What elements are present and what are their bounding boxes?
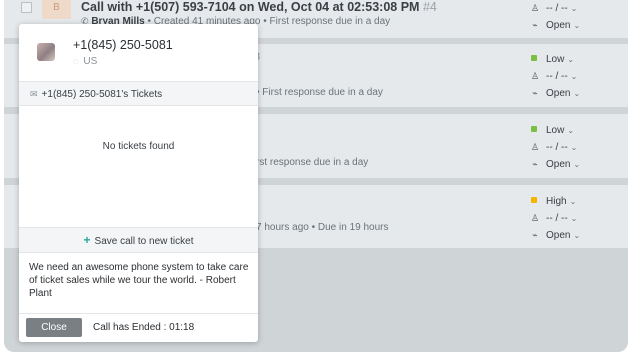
priority-dot [531, 197, 537, 203]
empty-tickets-message: No tickets found [102, 141, 175, 152]
priority-value: Low [546, 125, 565, 136]
chevron-down-icon: ⌄ [570, 72, 578, 81]
chevron-down-icon: ⌄ [567, 126, 575, 135]
priority-field[interactable]: Low ⌄ [531, 54, 574, 65]
status-value: Open [546, 230, 571, 241]
chevron-down-icon: ⌄ [573, 231, 581, 240]
ticket-number: #4 [422, 0, 437, 14]
status-field[interactable]: ⌁ Open ⌄ [531, 159, 580, 170]
row-checkbox[interactable] [21, 2, 32, 13]
group-field[interactable]: ♙ -- / -- ⌄ [531, 142, 577, 153]
status-value: Open [546, 159, 571, 170]
status-value: Open [546, 88, 571, 99]
caller-avatar [37, 43, 55, 61]
caller-location-text: US [83, 56, 98, 67]
group-field[interactable]: ♙ -- / -- ⌄ [531, 213, 577, 224]
ticket-icon: ✉ [30, 89, 38, 99]
ticket-list: B Call with +1(507) 593-7104 on Wed, Oct… [4, 0, 628, 352]
activity-icon: ⌁ [532, 88, 538, 98]
status-value: Open [546, 20, 571, 31]
close-button[interactable]: Close [26, 318, 82, 337]
avatar: B [42, 0, 71, 19]
group-value: -- / -- [546, 71, 568, 82]
call-status: Call has Ended : 01:18 [93, 322, 195, 333]
plus-icon: + [83, 233, 91, 247]
save-call-label: Save call to new ticket [94, 236, 194, 247]
person-icon: ♙ [531, 71, 540, 81]
due-text: First response due in a day [269, 16, 391, 27]
chevron-down-icon: ⌄ [567, 55, 575, 64]
chevron-down-icon: ⌄ [570, 143, 578, 152]
group-field[interactable]: ♙ -- / -- ⌄ [531, 3, 577, 14]
priority-field[interactable]: Low ⌄ [531, 125, 574, 136]
due-text: rst response due in a day [256, 157, 369, 168]
activity-icon: ⌁ [532, 20, 538, 30]
chevron-down-icon: ⌄ [573, 21, 581, 30]
group-field[interactable]: ♙ -- / -- ⌄ [531, 71, 577, 82]
due-text: First response due in a day [262, 87, 383, 98]
status-field[interactable]: ⌁ Open ⌄ [531, 88, 580, 99]
group-value: -- / -- [546, 3, 568, 14]
activity-icon: ⌁ [532, 159, 538, 169]
call-panel: +1(845) 250-5081 ◌ US ✉ +1(845) 250-5081's… [19, 24, 258, 342]
priority-dot [531, 126, 537, 132]
caller-tickets-header: ✉ +1(845) 250-5081's Tickets [19, 81, 258, 106]
ticket-title-text[interactable]: Call with +1(507) 593-7104 on Wed, Oct 0… [81, 0, 419, 14]
status-field[interactable]: ⌁ Open ⌄ [531, 230, 580, 241]
location-pin-icon: ◌ [73, 56, 79, 66]
ticket-meta: • First response due in a day [256, 87, 383, 98]
priority-field[interactable]: High ⌄ [531, 196, 576, 207]
save-call-button[interactable]: + Save call to new ticket [19, 227, 258, 253]
priority-value: High [546, 196, 567, 207]
chevron-down-icon: ⌄ [573, 160, 581, 169]
call-notes-field[interactable]: We need an awesome phone system to take … [29, 261, 249, 313]
call-footer: Close Call has Ended : 01:18 [19, 313, 258, 342]
chevron-down-icon: ⌄ [573, 89, 581, 98]
person-icon: ♙ [531, 213, 540, 223]
status-field[interactable]: ⌁ Open ⌄ [531, 20, 580, 31]
due-text: Due in 19 hours [317, 222, 389, 233]
activity-icon: ⌁ [532, 230, 538, 240]
chevron-down-icon: ⌄ [570, 4, 578, 13]
caller-location: ◌ US [73, 56, 97, 67]
priority-dot [531, 55, 537, 61]
ticket-meta: 7 hours ago • Due in 19 hours [256, 222, 389, 233]
created-time: 7 hours ago [256, 222, 309, 233]
person-icon: ♙ [531, 142, 540, 152]
caller-phone-number: +1(845) 250-5081 [73, 38, 173, 52]
chevron-down-icon: ⌄ [570, 214, 578, 223]
chevron-down-icon: ⌄ [569, 197, 577, 206]
group-value: -- / -- [546, 213, 568, 224]
person-icon: ♙ [531, 3, 540, 13]
caller-tickets-title: +1(845) 250-5081's Tickets [41, 89, 163, 100]
group-value: -- / -- [546, 142, 568, 153]
priority-value: Low [546, 54, 565, 65]
ticket-title[interactable]: Call with +1(507) 593-7104 on Wed, Oct 0… [81, 0, 437, 14]
